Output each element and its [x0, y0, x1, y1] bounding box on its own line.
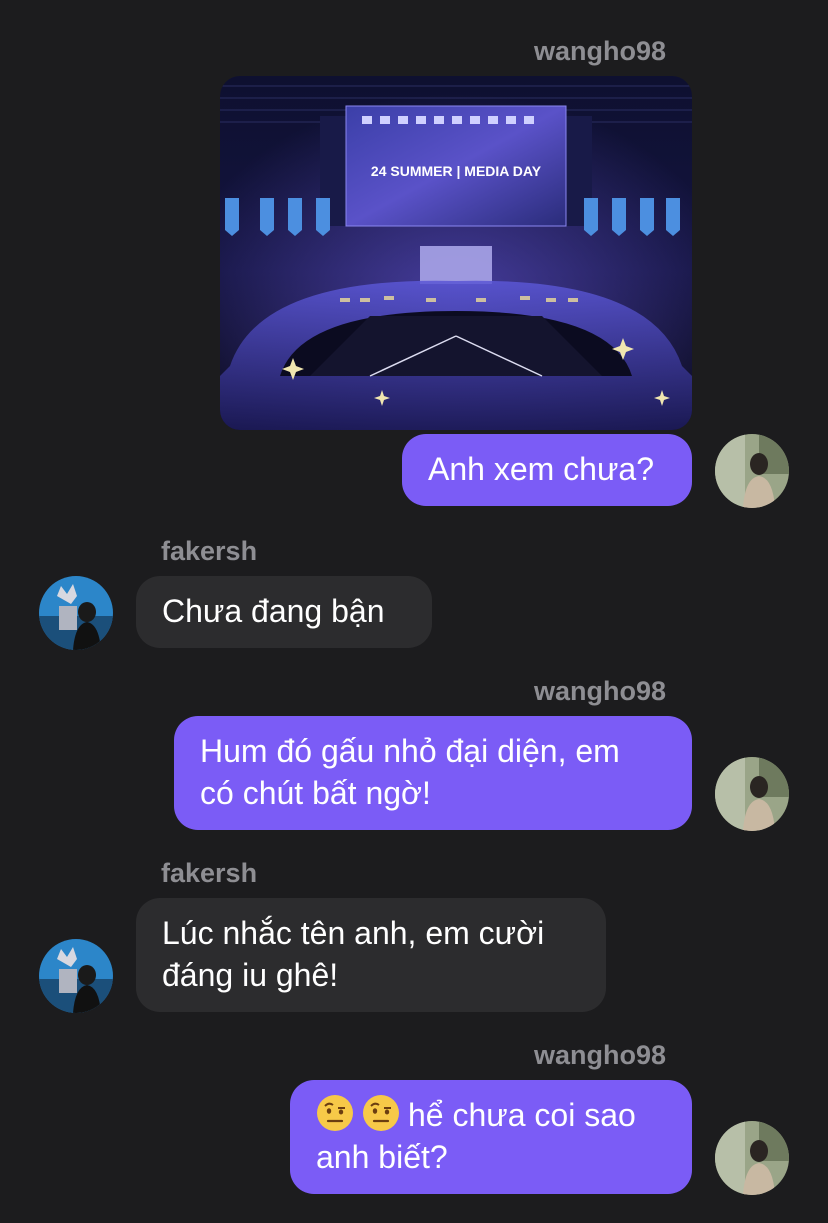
message-text-line: Hum đó gấu nhỏ đại diện, em	[200, 733, 620, 769]
shared-image[interactable]: 24 SUMMER | MEDIA DAY	[220, 76, 692, 430]
avatar-wangho98[interactable]	[715, 1121, 789, 1195]
message-text-line: đáng iu ghê!	[162, 957, 339, 993]
face-with-raised-eyebrow-icon	[363, 1095, 399, 1131]
avatar-wangho98[interactable]	[715, 434, 789, 508]
message-bubble-outgoing[interactable]: hể chưa coi sao anh biết?	[290, 1080, 692, 1194]
message-text: hể chưa coi sao	[408, 1097, 636, 1133]
avatar-image	[715, 1121, 789, 1195]
avatar-image	[39, 939, 113, 1013]
screen-caption: 24 SUMMER | MEDIA DAY	[371, 163, 542, 179]
message-text: Anh xem chưa?	[428, 451, 654, 487]
message-text-line: Lúc nhắc tên anh, em cười	[162, 915, 545, 951]
sender-name: fakersh	[161, 858, 258, 888]
message-text: Chưa đang bận	[162, 593, 385, 629]
sender-name: wangho98	[533, 36, 666, 66]
message-bubble-outgoing[interactable]: Hum đó gấu nhỏ đại diện, em có chút bất …	[174, 716, 692, 830]
avatar-image	[715, 434, 789, 508]
avatar-image	[715, 757, 789, 831]
message-bubble-outgoing[interactable]: Anh xem chưa?	[402, 434, 692, 506]
avatar-fakersh[interactable]	[39, 939, 113, 1013]
message-bubble-incoming[interactable]: Chưa đang bận	[136, 576, 432, 648]
message-text-line: anh biết?	[316, 1139, 448, 1175]
avatar-fakersh[interactable]	[39, 576, 113, 650]
chat-thread: wangho98 24 SUMMER | MEDIA DAY Anh xem c…	[0, 0, 828, 1223]
avatar-image	[39, 576, 113, 650]
sender-name: wangho98	[533, 1040, 666, 1070]
message-text-line: hể chưa coi sao	[316, 1094, 666, 1136]
avatar-wangho98[interactable]	[715, 757, 789, 831]
media-day-photo: 24 SUMMER | MEDIA DAY	[220, 76, 692, 430]
face-with-raised-eyebrow-icon	[317, 1095, 353, 1131]
sender-name: wangho98	[533, 676, 666, 706]
sender-name: fakersh	[161, 536, 258, 566]
message-text-line: có chút bất ngờ!	[200, 775, 431, 811]
message-bubble-incoming[interactable]: Lúc nhắc tên anh, em cười đáng iu ghê!	[136, 898, 606, 1012]
